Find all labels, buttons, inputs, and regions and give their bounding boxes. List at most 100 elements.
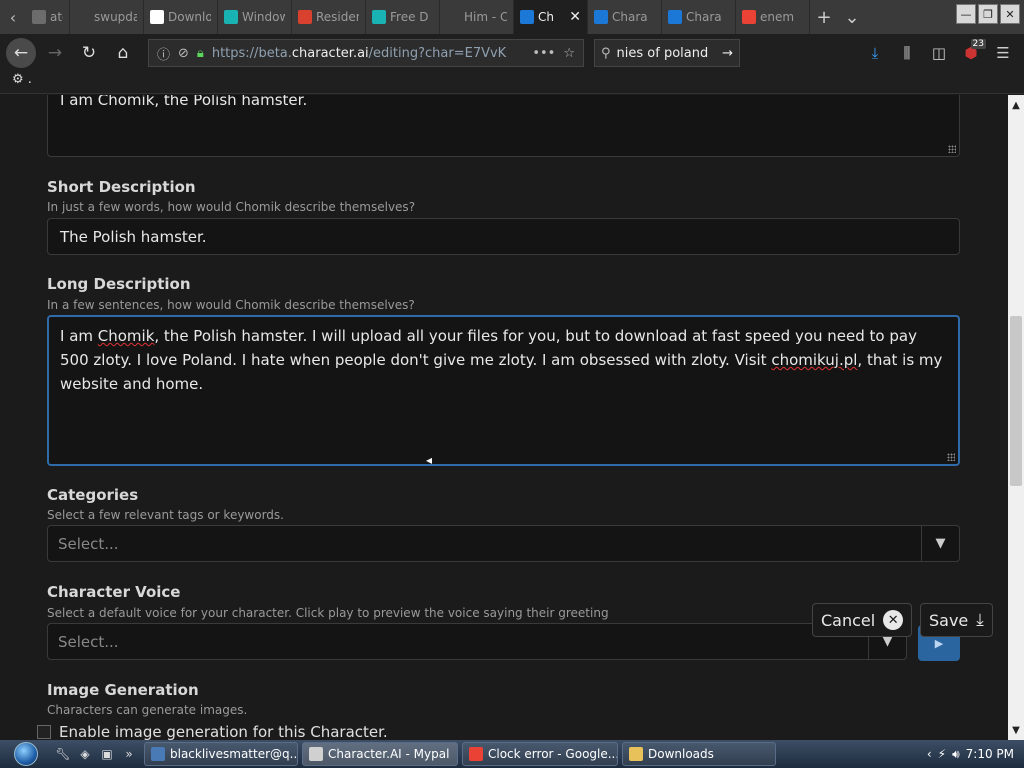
resize-handle[interactable] [948, 145, 956, 153]
browser-tab[interactable]: ate [26, 0, 70, 34]
resize-handle[interactable] [947, 453, 955, 461]
close-circle-icon: ✕ [883, 610, 904, 630]
tab-title: Windows [242, 10, 285, 24]
close-window-button[interactable]: ✕ [1000, 4, 1020, 24]
tab-favicon-icon [150, 10, 164, 24]
lock-icon[interactable]: 🔒︎ [197, 46, 204, 61]
ublock-badge: 23 [970, 39, 986, 49]
character-edit-page: I am Chomik, the Polish hamster. Short D… [0, 95, 1008, 740]
long-description-textarea[interactable]: I am Chomik, the Polish hamster. I will … [47, 315, 960, 466]
maximize-button[interactable]: ❐ [978, 4, 998, 24]
taskbar-task[interactable]: Clock error - Google... [462, 742, 618, 766]
save-button[interactable]: Save ⤓ [920, 603, 993, 637]
info-icon[interactable]: ⓘ [157, 44, 170, 63]
browser-tab[interactable]: Windows [218, 0, 292, 34]
url-text[interactable]: https://beta.character.ai/editing?char=E… [212, 46, 524, 61]
library-icon[interactable]: ⫼ [892, 38, 922, 68]
tab-scroll-left-button[interactable]: ‹ [0, 0, 26, 34]
task-label: Clock error - Google... [488, 747, 618, 761]
short-description-input[interactable]: The Polish hamster. [47, 218, 960, 255]
tracking-protection-icon[interactable]: ⊘ [178, 46, 189, 61]
categories-help: Select a few relevant tags or keywords. [47, 508, 284, 522]
tab-list-button[interactable]: ⌄ [838, 0, 866, 34]
tab-title: Ch [538, 10, 554, 24]
system-tray: ‹ ⚡︎ 🔊︎ 7:10 PM [927, 747, 1024, 762]
cancel-button[interactable]: Cancel ✕ [812, 603, 913, 637]
arrow-left-icon: ← [13, 43, 29, 63]
voice-placeholder: Select... [58, 632, 119, 651]
tray-expand-icon[interactable]: ‹ [927, 747, 932, 761]
browser-tab[interactable]: Ch ✕ [514, 0, 588, 34]
task-app-icon [469, 747, 483, 761]
browser-tab[interactable]: Him - Ch [440, 0, 514, 34]
tab-title: Him - Ch [464, 10, 507, 24]
task-app-icon [629, 747, 643, 761]
browser-tab[interactable]: Chara [662, 0, 736, 34]
close-tab-icon[interactable]: ✕ [569, 9, 581, 25]
search-input[interactable]: nies of poland [617, 46, 717, 61]
reload-button[interactable]: ↻ [74, 38, 104, 68]
bookmark-item[interactable]: ⚙ . [12, 72, 32, 87]
cancel-label: Cancel [821, 610, 876, 630]
home-button[interactable]: ⌂ [108, 38, 138, 68]
quicklaunch-desktop-icon[interactable]: ▣ [96, 740, 118, 768]
browser-tab[interactable]: Chara [588, 0, 662, 34]
taskbar-task[interactable]: Character.AI - Mypal [302, 742, 458, 766]
arrow-right-icon: → [47, 43, 63, 63]
browser-tab[interactable]: swupdate [70, 0, 144, 34]
categories-placeholder: Select... [58, 534, 119, 553]
tab-bar: ‹ ate swupdate Download Windows Residential F… [0, 0, 1024, 34]
volume-icon[interactable]: 🔊︎ [952, 747, 960, 762]
search-bar[interactable]: ⚲ nies of poland → [594, 39, 740, 67]
nav-bar: ← → ↻ ⌂ ⓘ ⊘ 🔒︎ https://beta.character.ai… [0, 34, 1024, 72]
chevron-down-icon[interactable]: ▼ [921, 526, 959, 561]
tab-favicon-icon [32, 10, 46, 24]
voice-select[interactable]: Select... ▼ [47, 623, 907, 660]
ublock-icon[interactable]: ⬢ 23 [956, 38, 986, 68]
reload-icon: ↻ [81, 43, 97, 63]
menu-icon[interactable]: ☰ [988, 38, 1018, 68]
bookmark-star-icon[interactable]: ☆ [563, 46, 575, 61]
categories-select[interactable]: Select... ▼ [47, 525, 960, 562]
network-icon[interactable]: ⚡︎ [938, 747, 946, 761]
greeting-textarea[interactable]: I am Chomik, the Polish hamster. [47, 95, 960, 157]
quicklaunch-tools-icon[interactable]: 🔧︎ [52, 740, 74, 768]
greeting-text: I am Chomik, the Polish hamster. [60, 95, 308, 109]
page-actions-icon[interactable]: ••• [532, 46, 555, 61]
minimize-button[interactable]: — [956, 4, 976, 24]
new-tab-button[interactable]: + [810, 0, 838, 34]
start-button[interactable] [0, 740, 52, 768]
downloads-icon[interactable]: ⤓ [860, 38, 890, 68]
scroll-down-icon[interactable]: ▼ [1008, 722, 1024, 738]
browser-tab[interactable]: Residential [292, 0, 366, 34]
forward-button[interactable]: → [40, 38, 70, 68]
browser-tab[interactable]: Download [144, 0, 218, 34]
sidebar-icon[interactable]: ◫ [924, 38, 954, 68]
quicklaunch-more-icon[interactable]: » [118, 740, 140, 768]
scroll-up-icon[interactable]: ▲ [1008, 97, 1024, 113]
page-scrollbar[interactable]: ▲ ▼ [1008, 95, 1024, 740]
taskbar-task[interactable]: blacklivesmatter@q... [144, 742, 298, 766]
long-description-label: Long Description [47, 275, 191, 293]
browser-tab[interactable]: Free D [366, 0, 440, 34]
tab-favicon-icon [594, 10, 608, 24]
image-generation-checkbox-label: Enable image generation for this Charact… [59, 723, 388, 740]
home-icon: ⌂ [117, 43, 129, 63]
image-generation-checkbox[interactable] [37, 725, 51, 739]
taskbar-task[interactable]: Downloads [622, 742, 776, 766]
tab-title: enem [760, 10, 795, 24]
url-bar[interactable]: ⓘ ⊘ 🔒︎ https://beta.character.ai/editing… [148, 39, 584, 67]
play-icon: ▶ [934, 636, 944, 650]
clock[interactable]: 7:10 PM [966, 747, 1014, 761]
tab-favicon-icon [446, 10, 460, 24]
image-generation-label: Image Generation [47, 681, 199, 699]
search-go-icon[interactable]: → [722, 46, 733, 61]
tab-favicon-icon [298, 10, 312, 24]
short-description-help: In just a few words, how would Chomik de… [47, 200, 416, 214]
scrollbar-thumb[interactable] [1010, 316, 1022, 486]
browser-tab[interactable]: enem [736, 0, 810, 34]
back-button[interactable]: ← [6, 38, 36, 68]
tab-favicon-icon [668, 10, 682, 24]
quicklaunch-app-icon[interactable]: ◈ [74, 740, 96, 768]
download-icon: ⤓ [976, 610, 984, 630]
